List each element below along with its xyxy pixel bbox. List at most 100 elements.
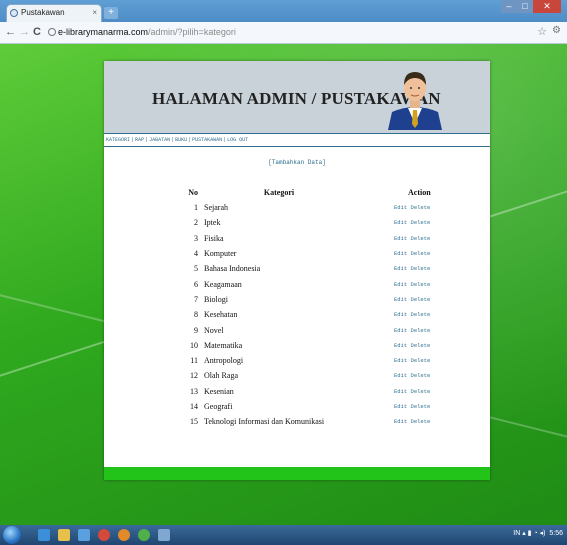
page-icon bbox=[48, 28, 56, 36]
edit-link[interactable]: Edit bbox=[394, 281, 407, 288]
menu-logout[interactable]: LOG OUT bbox=[227, 137, 248, 143]
menu-jabatan[interactable]: JABATAN bbox=[149, 137, 170, 143]
minimize-button[interactable]: – bbox=[501, 0, 517, 13]
ie-taskbar-icon[interactable] bbox=[38, 529, 50, 541]
bookmark-star-icon[interactable]: ☆ bbox=[537, 25, 547, 38]
delete-link[interactable]: Delete bbox=[411, 235, 431, 242]
menu-buku[interactable]: BUKU bbox=[175, 137, 187, 143]
row-kategori: Geografi bbox=[204, 402, 233, 411]
menu-pustakawan[interactable]: PUSTAKAWAN bbox=[192, 137, 222, 143]
table-row: 4 Komputer Edit Delete bbox=[174, 246, 470, 261]
delete-link[interactable]: Delete bbox=[411, 265, 431, 272]
main-content: [Tambahkan Data] No Kategori Action 1 Sej… bbox=[104, 147, 490, 467]
row-number: 4 bbox=[194, 249, 198, 259]
edit-link[interactable]: Edit bbox=[394, 311, 407, 318]
wrench-menu-icon[interactable]: ⚙ bbox=[552, 25, 561, 36]
row-actions: Edit Delete bbox=[394, 322, 470, 337]
delete-link[interactable]: Delete bbox=[411, 250, 431, 257]
row-actions: Edit Delete bbox=[394, 353, 470, 368]
start-button[interactable] bbox=[3, 526, 21, 544]
edit-link[interactable]: Edit bbox=[394, 418, 407, 425]
table-row: 6 Keagamaan Edit Delete bbox=[174, 276, 470, 291]
row-number: 15 bbox=[190, 417, 198, 427]
reload-icon[interactable]: C bbox=[33, 25, 41, 39]
app-taskbar-icon[interactable] bbox=[78, 529, 90, 541]
add-data-link[interactable]: [Tambahkan Data] bbox=[268, 159, 326, 166]
delete-link[interactable]: Delete bbox=[411, 357, 431, 364]
row-kategori: Matematika bbox=[204, 340, 243, 350]
admin-menu: KATEGORI|RAP|JABATAN|BUKU|PUSTAKAWAN|LOG… bbox=[104, 133, 490, 147]
row-actions: Edit Delete bbox=[394, 414, 470, 429]
taskbar: IN ▴ ▮ ◔ ◂) 5:56 bbox=[0, 525, 567, 545]
row-kategori: Kesenian bbox=[204, 386, 234, 396]
row-kategori: Olah Raga bbox=[204, 371, 238, 381]
menu-rap[interactable]: RAP bbox=[135, 137, 144, 143]
edit-link[interactable]: Edit bbox=[394, 327, 407, 334]
row-actions: Edit Delete bbox=[394, 384, 470, 399]
delete-link[interactable]: Delete bbox=[411, 388, 431, 395]
row-number: 1 bbox=[194, 203, 198, 213]
row-number: 10 bbox=[190, 340, 198, 350]
tab-close-icon[interactable]: × bbox=[92, 5, 97, 21]
edit-link[interactable]: Edit bbox=[394, 204, 407, 211]
tab-title: Pustakawan bbox=[21, 8, 65, 17]
table-row: 5 Bahasa Indonesia Edit Delete bbox=[174, 261, 470, 276]
edit-link[interactable]: Edit bbox=[394, 357, 407, 364]
url-path: /admin/?pilih=kategori bbox=[148, 27, 236, 37]
delete-link[interactable]: Delete bbox=[411, 372, 431, 379]
edit-link[interactable]: Edit bbox=[394, 342, 407, 349]
browser-viewport: HALAMAN ADMIN / PUSTAKAWAN KATEGORI|RAP|… bbox=[0, 44, 567, 525]
delete-link[interactable]: Delete bbox=[411, 327, 431, 334]
row-number: 11 bbox=[190, 356, 198, 366]
delete-link[interactable]: Delete bbox=[411, 311, 431, 318]
row-number: 9 bbox=[194, 325, 198, 335]
browser-tab[interactable]: Pustakawan × bbox=[6, 4, 102, 22]
address-bar[interactable]: e-librarymanarma.com/admin/?pilih=katego… bbox=[48, 25, 526, 40]
forward-arrow-icon[interactable]: → bbox=[19, 25, 30, 39]
row-actions: Edit Delete bbox=[394, 261, 470, 276]
row-actions: Edit Delete bbox=[394, 292, 470, 307]
edit-link[interactable]: Edit bbox=[394, 388, 407, 395]
row-number: 8 bbox=[194, 310, 198, 320]
delete-link[interactable]: Delete bbox=[411, 281, 431, 288]
delete-link[interactable]: Delete bbox=[411, 418, 431, 425]
maximize-button[interactable]: □ bbox=[517, 0, 533, 13]
row-actions: Edit Delete bbox=[394, 246, 470, 261]
table-row: 1 Sejarah Edit Delete bbox=[174, 200, 470, 215]
table-row: 7 Biologi Edit Delete bbox=[174, 292, 470, 307]
new-tab-button[interactable]: + bbox=[104, 7, 118, 19]
edit-link[interactable]: Edit bbox=[394, 296, 407, 303]
chrome-taskbar-icon[interactable] bbox=[138, 529, 150, 541]
browser-toolbar: ← → C e-librarymanarma.com/admin/?pilih=… bbox=[0, 22, 567, 44]
back-arrow-icon[interactable]: ← bbox=[5, 25, 16, 39]
app-taskbar-icon[interactable] bbox=[118, 529, 130, 541]
table-row: 9 Novel Edit Delete bbox=[174, 322, 470, 337]
close-window-button[interactable]: ✕ bbox=[533, 0, 561, 13]
row-kategori: Kesehatan bbox=[204, 310, 238, 320]
delete-link[interactable]: Delete bbox=[411, 219, 431, 226]
explorer-taskbar-icon[interactable] bbox=[58, 529, 70, 541]
edit-link[interactable]: Edit bbox=[394, 235, 407, 242]
window-controls: – □ ✕ bbox=[501, 0, 561, 14]
edit-link[interactable]: Edit bbox=[394, 372, 407, 379]
media-taskbar-icon[interactable] bbox=[98, 529, 110, 541]
system-tray: IN ▴ ▮ ◔ ◂) 5:56 bbox=[513, 529, 563, 537]
delete-link[interactable]: Delete bbox=[411, 342, 431, 349]
edit-link[interactable]: Edit bbox=[394, 250, 407, 257]
row-actions: Edit Delete bbox=[394, 307, 470, 322]
edit-link[interactable]: Edit bbox=[394, 265, 407, 272]
menu-kategori[interactable]: KATEGORI bbox=[106, 137, 130, 143]
row-number: 5 bbox=[194, 264, 198, 274]
row-kategori: Komputer bbox=[204, 249, 237, 259]
row-kategori: Iptek bbox=[204, 218, 221, 228]
delete-link[interactable]: Delete bbox=[411, 204, 431, 211]
edit-link[interactable]: Edit bbox=[394, 403, 407, 410]
header-banner: HALAMAN ADMIN / PUSTAKAWAN bbox=[104, 61, 490, 133]
row-number: 3 bbox=[194, 233, 198, 243]
delete-link[interactable]: Delete bbox=[411, 296, 431, 303]
clock: 5:56 bbox=[549, 530, 563, 537]
browser-chrome: Pustakawan × + – □ ✕ ← → C e-librarymana… bbox=[0, 0, 567, 44]
edit-link[interactable]: Edit bbox=[394, 219, 407, 226]
delete-link[interactable]: Delete bbox=[411, 403, 431, 410]
app-taskbar-icon[interactable] bbox=[158, 529, 170, 541]
